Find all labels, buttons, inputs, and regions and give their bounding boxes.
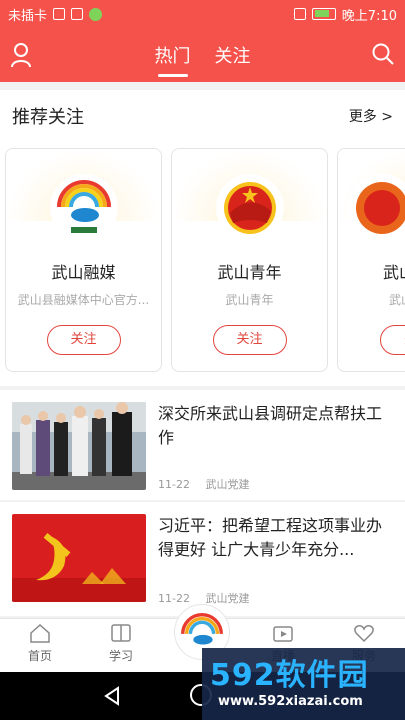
nav-label: 学习 xyxy=(108,649,133,663)
news-source: 武山党建 xyxy=(205,478,250,491)
watermark-brand: 592软件园 xyxy=(210,658,369,693)
recommend-header: 推荐关注 更多 > xyxy=(0,90,405,142)
card-desc: 武山县融媒体中心官方... xyxy=(17,293,150,307)
tab-follow[interactable]: 关注 xyxy=(215,36,251,74)
news-title: 深交所来武山县调研定点帮扶工作 xyxy=(158,404,383,447)
account-card[interactable]: 武山融媒 武山县融媒体中心官方... 关注 xyxy=(5,148,162,372)
account-card[interactable]: 武山 武山 关注 xyxy=(337,148,405,372)
follow-button[interactable]: 关注 xyxy=(380,325,405,355)
app-notification-icon xyxy=(89,7,103,21)
account-logo xyxy=(348,174,405,242)
account-card[interactable]: 武山青年 武山青年 关注 xyxy=(171,148,328,372)
usb-icon xyxy=(53,8,66,20)
top-header: 热门 关注 xyxy=(0,28,405,82)
watermark-url: www.592xiazai.com xyxy=(218,694,363,709)
news-date: 11-22 xyxy=(158,478,190,491)
news-source: 武山党建 xyxy=(205,592,250,605)
news-date: 11-22 xyxy=(158,592,190,605)
nav-label: 首页 xyxy=(27,649,52,663)
card-name: 武山青年 xyxy=(217,263,282,282)
home-icon xyxy=(30,623,50,643)
news-meta: 11-22 武山党建 xyxy=(158,476,261,492)
card-name: 武山融媒 xyxy=(51,263,116,282)
news-thumbnail xyxy=(12,402,146,490)
watermark: 592软件园 www.592xiazai.com xyxy=(202,648,405,720)
heart-icon xyxy=(354,625,374,643)
follow-button[interactable]: 关注 xyxy=(212,325,287,355)
card-desc: 武山青年 xyxy=(225,293,274,307)
follow-button[interactable]: 关注 xyxy=(46,325,121,355)
wushan-media-logo xyxy=(49,174,118,242)
card-desc: 武山 xyxy=(389,293,405,307)
news-title: 习近平：把希望工程这项事业办得更好 让广大青少年充分... xyxy=(158,516,383,559)
nav-study[interactable]: 学习 xyxy=(91,623,151,664)
news-thumbnail xyxy=(12,514,146,602)
status-bar: 未插卡 晚上7:10 xyxy=(0,0,405,28)
recommend-title: 推荐关注 xyxy=(12,107,84,128)
news-item[interactable]: 习近平：把希望工程这项事业办得更好 让广大青少年充分... 11-22 武山党建 xyxy=(0,502,405,616)
nav-home[interactable]: 首页 xyxy=(10,623,70,664)
battery-icon xyxy=(311,8,336,20)
recommend-carousel[interactable]: 武山融媒 武山县融媒体中心官方... 关注 武山青年 武山青年 关注 武山 武山… xyxy=(0,142,405,386)
clock-text: 晚上7:10 xyxy=(341,8,397,24)
youth-league-logo xyxy=(215,174,284,242)
wifi-icon xyxy=(293,8,306,20)
search-icon[interactable] xyxy=(371,42,395,66)
tv-icon xyxy=(273,626,293,642)
news-item[interactable]: 深交所来武山县调研定点帮扶工作 11-22 武山党建 xyxy=(0,390,405,500)
back-icon[interactable] xyxy=(102,686,122,706)
card-name: 武山 xyxy=(383,263,405,282)
book-icon xyxy=(111,624,131,642)
header-tabs: 热门 关注 xyxy=(0,28,405,82)
tab-hot[interactable]: 热门 xyxy=(155,36,191,74)
usb-debug-icon xyxy=(71,8,84,20)
carrier-text: 未插卡 xyxy=(8,8,48,24)
more-link[interactable]: 更多 > xyxy=(349,106,393,126)
news-meta: 11-22 武山党建 xyxy=(158,590,261,606)
